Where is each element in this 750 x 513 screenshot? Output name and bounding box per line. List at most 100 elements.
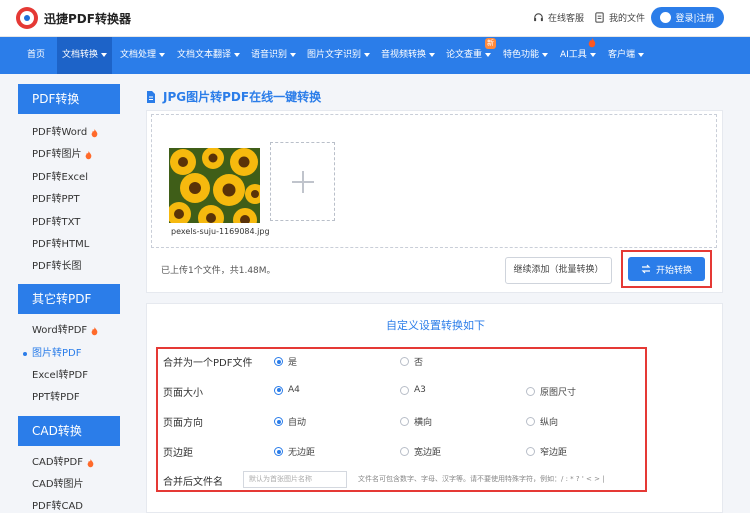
upload-drop-area[interactable]: pexels-suju-1169084.jpg (151, 114, 717, 248)
orientation-label: 页面方向 (163, 418, 203, 429)
page-size-a3-radio[interactable]: A3 (400, 385, 426, 395)
sidebar-item-pdf-to-long-image[interactable]: PDF转长图 (18, 258, 120, 276)
radio-label: 窄边距 (540, 448, 568, 458)
nav-doc-process[interactable]: 文档处理 (120, 37, 166, 74)
sidebar-item-label: Excel转PDF (32, 370, 88, 381)
radio-label: 横向 (414, 418, 433, 428)
my-files-link[interactable]: 我的文件 (594, 11, 645, 24)
chevron-down-icon (638, 52, 645, 57)
uploaded-image-thumbnail[interactable] (169, 148, 260, 223)
login-button[interactable]: 登录|注册 (651, 7, 724, 28)
sidebar-item-word-to-pdf[interactable]: Word转PDF (18, 322, 120, 340)
radio-label: 无边距 (288, 448, 316, 458)
nav-label: 语音识别 (251, 50, 288, 60)
start-convert-button[interactable]: 开始转换 (628, 257, 705, 281)
sidebar-item-ppt-to-pdf[interactable]: PPT转PDF (18, 389, 120, 407)
nav-label: 文档转换 (62, 50, 99, 60)
convert-icon (641, 264, 651, 274)
sidebar-item-pdf-to-ppt[interactable]: PDF转PPT (18, 191, 120, 209)
sidebar-item-image-to-pdf[interactable]: 图片转PDF (18, 345, 120, 363)
merge-yes-radio[interactable]: 是 (274, 355, 297, 368)
filename-input[interactable]: 默认为首张图片名称 (243, 471, 347, 488)
radio-label: 纵向 (540, 418, 559, 428)
chevron-down-icon (485, 52, 492, 57)
nav-label: 图片文字识别 (307, 50, 362, 60)
settings-title: 自定义设置转换如下 (386, 319, 485, 332)
nav-translate[interactable]: 文档文本翻译 (177, 37, 241, 74)
sidebar-item-pdf-to-cad[interactable]: PDF转CAD (18, 498, 120, 513)
sidebar-item-label: PPT转PDF (32, 392, 80, 403)
my-files-label: 我的文件 (609, 14, 646, 24)
sidebar-item-label: PDF转HTML (32, 239, 90, 250)
nav-client[interactable]: 客户端 (608, 37, 645, 74)
add-file-button[interactable] (270, 142, 335, 221)
sidebar-item-label: CAD转PDF (32, 457, 84, 468)
uploaded-file-name: pexels-suju-1169084.jpg (171, 227, 270, 236)
sidebar-item-cad-to-image[interactable]: CAD转图片 (18, 476, 120, 494)
nav-label: 文档文本翻译 (177, 50, 232, 60)
sidebar-item-label: PDF转TXT (32, 217, 81, 228)
nav-speech[interactable]: 语音识别 (251, 37, 297, 74)
document-icon (147, 90, 155, 103)
nav-features[interactable]: 特色功能 (503, 37, 549, 74)
orientation-auto-radio[interactable]: 自动 (274, 415, 306, 428)
logo[interactable]: 迅捷PDF转换器 (16, 7, 131, 29)
plus-icon-vertical (302, 171, 304, 193)
start-convert-label: 开始转换 (655, 265, 692, 276)
chevron-down-icon (159, 52, 166, 57)
sidebar-item-cad-to-pdf[interactable]: CAD转PDF (18, 454, 120, 472)
active-dot (23, 352, 27, 356)
login-label: 登录|注册 (675, 14, 715, 24)
chevron-down-icon (542, 52, 549, 57)
page-title: JPG图片转PDF在线一键转换 (163, 90, 322, 104)
nav-home[interactable]: 首页 (27, 37, 45, 74)
margin-label: 页边距 (163, 448, 193, 459)
nav-label: 特色功能 (503, 50, 540, 60)
new-badge: 新 (485, 38, 496, 49)
margin-none-radio[interactable]: 无边距 (274, 445, 315, 458)
logo-text: 迅捷PDF转换器 (44, 11, 131, 26)
sidebar-item-pdf-to-word[interactable]: PDF转Word (18, 124, 120, 142)
nav-ocr[interactable]: 图片文字识别 (307, 37, 371, 74)
flame-icon (91, 128, 98, 137)
upload-card: pexels-suju-1169084.jpg 已上传1个文件，共1.48M。 … (146, 110, 723, 293)
page-size-a4-radio[interactable]: A4 (274, 385, 300, 395)
orientation-landscape-radio[interactable]: 横向 (400, 415, 432, 428)
file-icon (595, 12, 604, 23)
filename-hint: 文件名可包含数字、字母、汉字等。请不要使用特殊字符，例如：/ : * ? ' <… (358, 475, 605, 483)
chevron-down-icon (101, 52, 108, 57)
orientation-portrait-radio[interactable]: 纵向 (526, 415, 558, 428)
sidebar-item-pdf-to-image[interactable]: PDF转图片 (18, 146, 120, 164)
page-title-row: JPG图片转PDF在线一键转换 (146, 88, 321, 105)
sidebar-item-pdf-to-txt[interactable]: PDF转TXT (18, 214, 120, 232)
flame-icon (86, 150, 92, 159)
nav-doc-convert[interactable]: 文档转换 (57, 37, 113, 74)
sidebar-item-pdf-to-html[interactable]: PDF转HTML (18, 236, 120, 254)
nav-label: 文档处理 (120, 50, 157, 60)
sunflower-image (169, 148, 260, 223)
online-service-link[interactable]: 在线客服 (533, 11, 584, 24)
sidebar-item-label: PDF转CAD (32, 501, 84, 512)
user-icon (660, 12, 672, 23)
nav-label: 音视频转换 (381, 50, 427, 60)
margin-wide-radio[interactable]: 宽边距 (400, 445, 441, 458)
sidebar-section-cad[interactable]: CAD转换 (18, 416, 120, 446)
margin-narrow-radio[interactable]: 窄边距 (526, 445, 567, 458)
radio-label: 宽边距 (414, 448, 442, 458)
chevron-down-icon (290, 52, 297, 57)
sidebar-section-pdf-convert[interactable]: PDF转换 (18, 84, 120, 114)
settings-card: 自定义设置转换如下 合并为一个PDF文件 是 否 页面大小 A4 A3 原图尺寸… (146, 303, 723, 513)
merge-no-radio[interactable]: 否 (400, 355, 423, 368)
sidebar-item-pdf-to-excel[interactable]: PDF转Excel (18, 169, 120, 187)
nav-label: AI工具 (560, 50, 587, 60)
nav-label: 论文查重 (446, 50, 483, 60)
continue-add-button[interactable]: 继续添加（批量转换） (505, 257, 612, 284)
radio-label: 原图尺寸 (540, 388, 577, 398)
sidebar-item-excel-to-pdf[interactable]: Excel转PDF (18, 367, 120, 385)
settings-box: 合并为一个PDF文件 是 否 页面大小 A4 A3 原图尺寸 页面方向 自动 横… (156, 347, 647, 492)
nav-av-convert[interactable]: 音视频转换 (381, 37, 436, 74)
sidebar-item-label: Word转PDF (32, 325, 88, 336)
chevron-down-icon (364, 52, 371, 57)
page-size-original-radio[interactable]: 原图尺寸 (526, 385, 576, 398)
sidebar-section-other-to-pdf[interactable]: 其它转PDF (18, 284, 120, 314)
